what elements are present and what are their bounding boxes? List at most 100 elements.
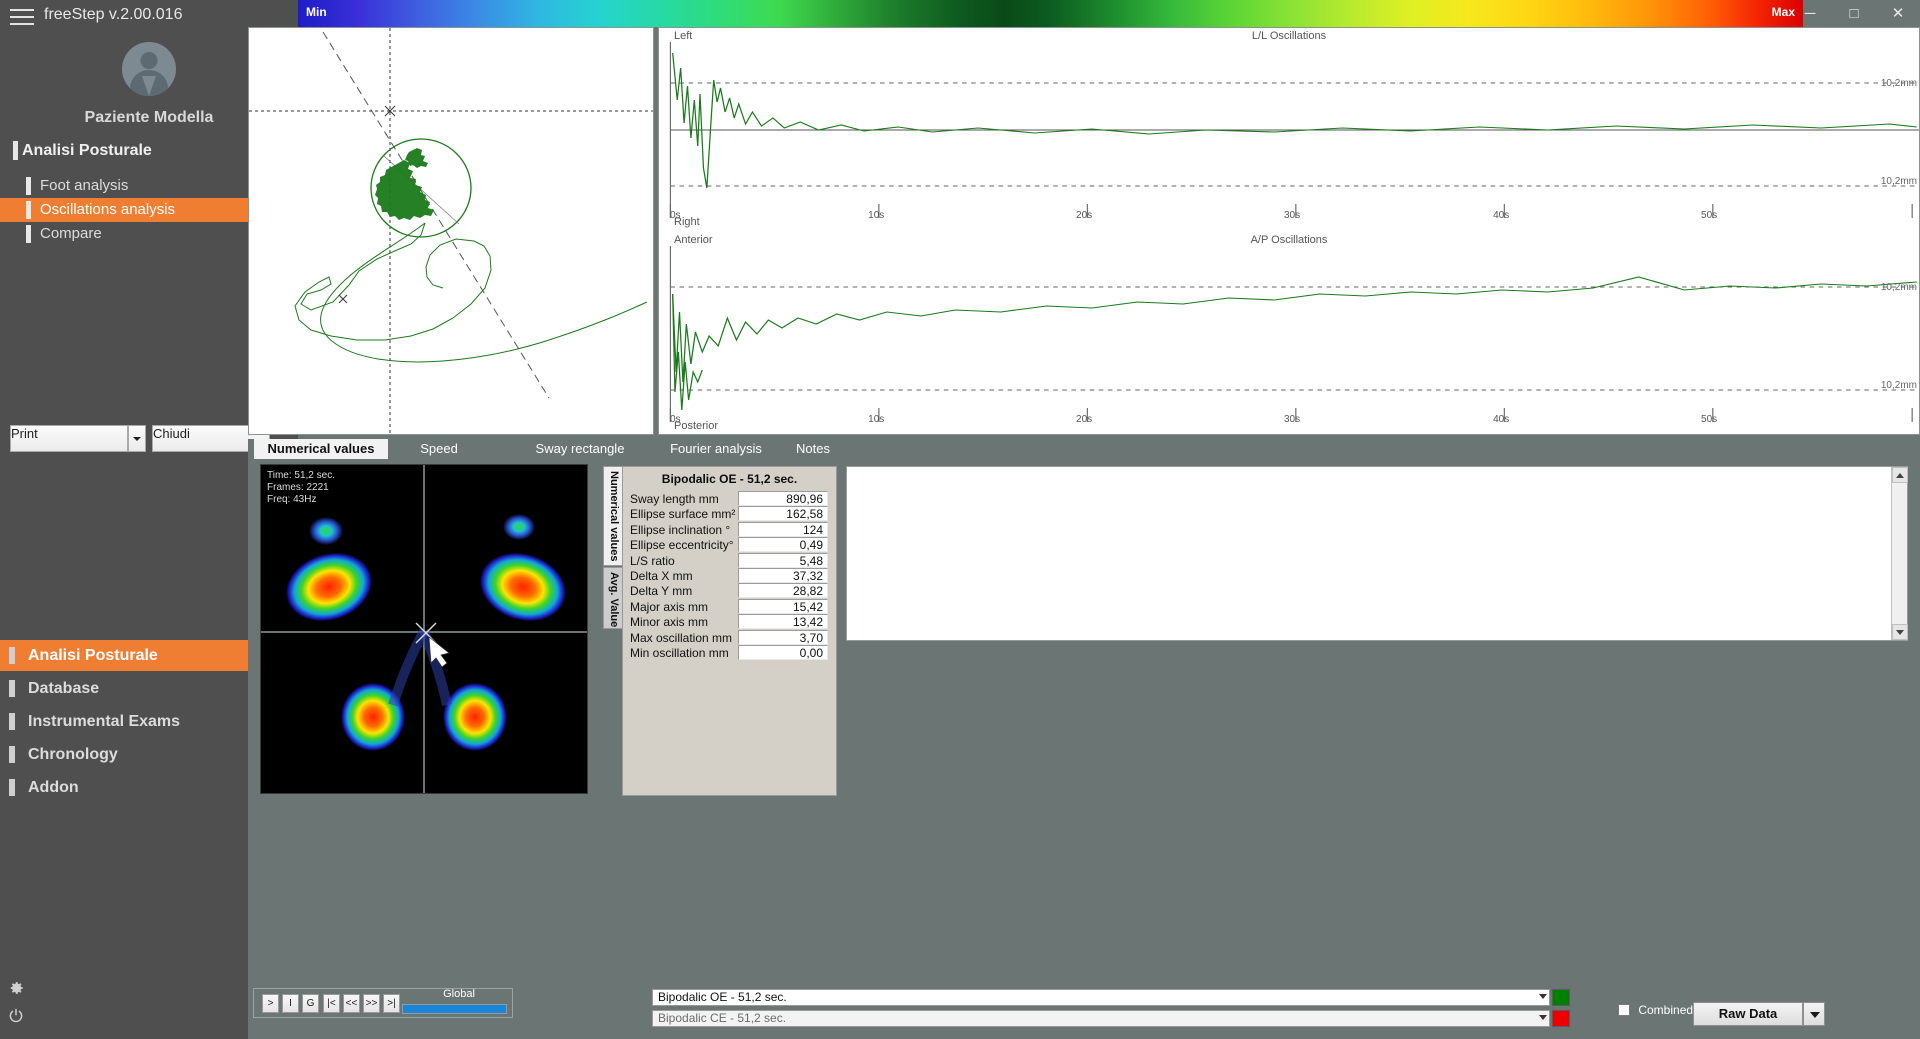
nav-item-database[interactable]: Database: [0, 673, 286, 704]
ll-oscillations-chart[interactable]: L/L Oscillations Left Right 10,2mm 10,2m…: [659, 28, 1919, 232]
play-button[interactable]: >: [262, 994, 279, 1013]
tab-bar: Numerical values Speed Sway rectangle Fo…: [248, 439, 1920, 459]
value-field[interactable]: 0,49: [738, 537, 828, 552]
notes-area[interactable]: [846, 466, 1908, 641]
first-frame-button[interactable]: |<: [323, 994, 340, 1013]
value-field[interactable]: 37,32: [738, 568, 828, 583]
value-field[interactable]: 13,42: [738, 614, 828, 629]
window-close-button[interactable]: ✕: [1876, 0, 1920, 27]
menu-icon[interactable]: [10, 9, 34, 25]
exam-selector-secondary[interactable]: Bipodalic CE - 51,2 sec.: [652, 1010, 1550, 1027]
tab-sway-rectangle[interactable]: Sway rectangle: [510, 439, 650, 459]
ap-oscillations-chart[interactable]: A/P Oscillations Anterior Posterior 10,2…: [659, 232, 1919, 436]
gear-icon[interactable]: [7, 979, 25, 997]
app-title: freeStep v.2.00.016: [44, 6, 182, 24]
tab-speed[interactable]: Speed: [394, 439, 484, 459]
nav-item-label: Analisi Posturale: [28, 647, 158, 664]
value-row: Major axis mm15,42: [623, 600, 836, 615]
last-frame-button[interactable]: >|: [383, 994, 400, 1013]
global-label: Global: [404, 988, 514, 1000]
value-field[interactable]: 15,42: [738, 599, 828, 614]
sidebar-item-label: Compare: [40, 225, 102, 242]
global-button[interactable]: G: [302, 994, 319, 1013]
ll-top-label: Left: [674, 30, 692, 42]
ap-top-label: Anterior: [674, 234, 713, 246]
print-dropdown-button[interactable]: [128, 425, 146, 452]
tab-numerical-values[interactable]: Numerical values: [254, 439, 388, 459]
checkbox-icon[interactable]: [1618, 1004, 1630, 1016]
scale-min-label: Min: [306, 5, 327, 19]
exam-selector-primary[interactable]: Bipodalic OE - 51,2 sec.: [652, 989, 1550, 1006]
value-field[interactable]: 162,58: [738, 506, 828, 521]
value-field[interactable]: 28,82: [738, 583, 828, 598]
vertical-tab-strip: Numerical values Avg. Value: [603, 466, 624, 616]
color-scale-legend: Min Max: [298, 0, 1803, 27]
ap-scale-top: 10,2mm: [1881, 282, 1917, 293]
nav-item-analisi-posturale[interactable]: Analisi Posturale: [0, 640, 286, 671]
window-minimize-button[interactable]: ─: [1788, 0, 1832, 27]
ap-scale-bottom: 10,2mm: [1881, 380, 1917, 391]
scroll-up-icon[interactable]: [1892, 467, 1908, 483]
value-row: Ellipse eccentricity°0,49: [623, 538, 836, 553]
bullet-icon: [26, 201, 31, 219]
main-navigation: Analisi Posturale Database Instrumental …: [0, 640, 286, 805]
tab-notes[interactable]: Notes: [768, 439, 858, 459]
value-field[interactable]: 0,00: [738, 645, 828, 660]
bullet-icon: [9, 713, 15, 730]
nav-item-label: Addon: [28, 779, 79, 796]
footmap-freq: Freq: 43Hz: [267, 494, 316, 505]
nav-item-instrumental-exams[interactable]: Instrumental Exams: [0, 706, 286, 737]
charts-region: L/L Oscillations Left Right 10,2mm 10,2m…: [248, 27, 1920, 435]
value-field[interactable]: 890,96: [738, 491, 828, 506]
value-row: Ellipse surface mm²162,58: [623, 507, 836, 522]
oscillations-charts[interactable]: L/L Oscillations Left Right 10,2mm 10,2m…: [658, 27, 1920, 435]
forward-button[interactable]: >>: [363, 994, 380, 1013]
global-progress-bar[interactable]: [402, 1004, 507, 1014]
nav-item-label: Database: [28, 680, 99, 697]
bullet-icon: [9, 647, 15, 664]
progress-fill: [403, 1005, 506, 1013]
raw-data-dropdown-button[interactable]: [1803, 1002, 1825, 1026]
bottom-pane: Time: 51,2 sec. Frames: 2221 Freq: 43Hz …: [248, 459, 1920, 1039]
section-title: Analisi Posturale: [22, 142, 152, 160]
rewind-button[interactable]: <<: [343, 994, 360, 1013]
numerical-values-panel: Bipodalic OE - 51,2 sec. Sway length mm8…: [622, 466, 837, 796]
value-row: Delta Y mm28,82: [623, 584, 836, 599]
pause-button[interactable]: I: [282, 994, 299, 1013]
value-row: Delta X mm37,32: [623, 569, 836, 584]
playback-toolbar: > I G |< << >> >| Global: [253, 988, 513, 1018]
ll-trace: [659, 28, 1919, 232]
tab-fourier-analysis[interactable]: Fourier analysis: [646, 439, 786, 459]
bullet-icon: [26, 177, 31, 195]
chevron-down-icon: [1810, 1012, 1820, 1018]
sidebar-item-label: Oscillations analysis: [40, 201, 175, 218]
value-field[interactable]: 5,48: [738, 553, 828, 568]
combined-checkbox[interactable]: Combined: [1618, 1003, 1693, 1017]
raw-data-button[interactable]: Raw Data: [1693, 1002, 1803, 1026]
footmap-frames: Frames: 2221: [267, 482, 329, 493]
application-window: freeStep v.2.00.016 Paziente Modella Ana…: [0, 0, 1920, 1039]
notes-scrollbar[interactable]: [1891, 467, 1907, 640]
chevron-down-icon: [1539, 994, 1547, 999]
power-icon[interactable]: [7, 1007, 25, 1025]
ap-axis-ticks: 0s 10s 20s 30s 40s 50s: [659, 414, 1919, 434]
print-button[interactable]: Print: [10, 425, 128, 452]
window-maximize-button[interactable]: □: [1832, 0, 1876, 27]
vtab-avg-value[interactable]: Avg. Value: [603, 567, 624, 629]
cop-statokinesigram-chart[interactable]: [248, 27, 654, 435]
nav-item-chronology[interactable]: Chronology: [0, 739, 286, 770]
section-marker: [13, 141, 18, 160]
nav-item-label: Chronology: [28, 746, 118, 763]
pressure-footmap[interactable]: Time: 51,2 sec. Frames: 2221 Freq: 43Hz: [260, 464, 588, 794]
avatar: [122, 42, 176, 96]
footmap-time: Time: 51,2 sec.: [267, 470, 335, 481]
secondary-color-swatch[interactable]: [1552, 1010, 1570, 1027]
value-field[interactable]: 124: [738, 522, 828, 537]
nav-item-addon[interactable]: Addon: [0, 772, 286, 803]
vtab-numerical-values[interactable]: Numerical values: [603, 466, 624, 566]
primary-color-swatch[interactable]: [1552, 989, 1570, 1006]
value-field[interactable]: 3,70: [738, 630, 828, 645]
scroll-down-icon[interactable]: [1892, 624, 1908, 640]
value-row: Minor axis mm13,42: [623, 615, 836, 630]
bullet-icon: [9, 680, 15, 697]
